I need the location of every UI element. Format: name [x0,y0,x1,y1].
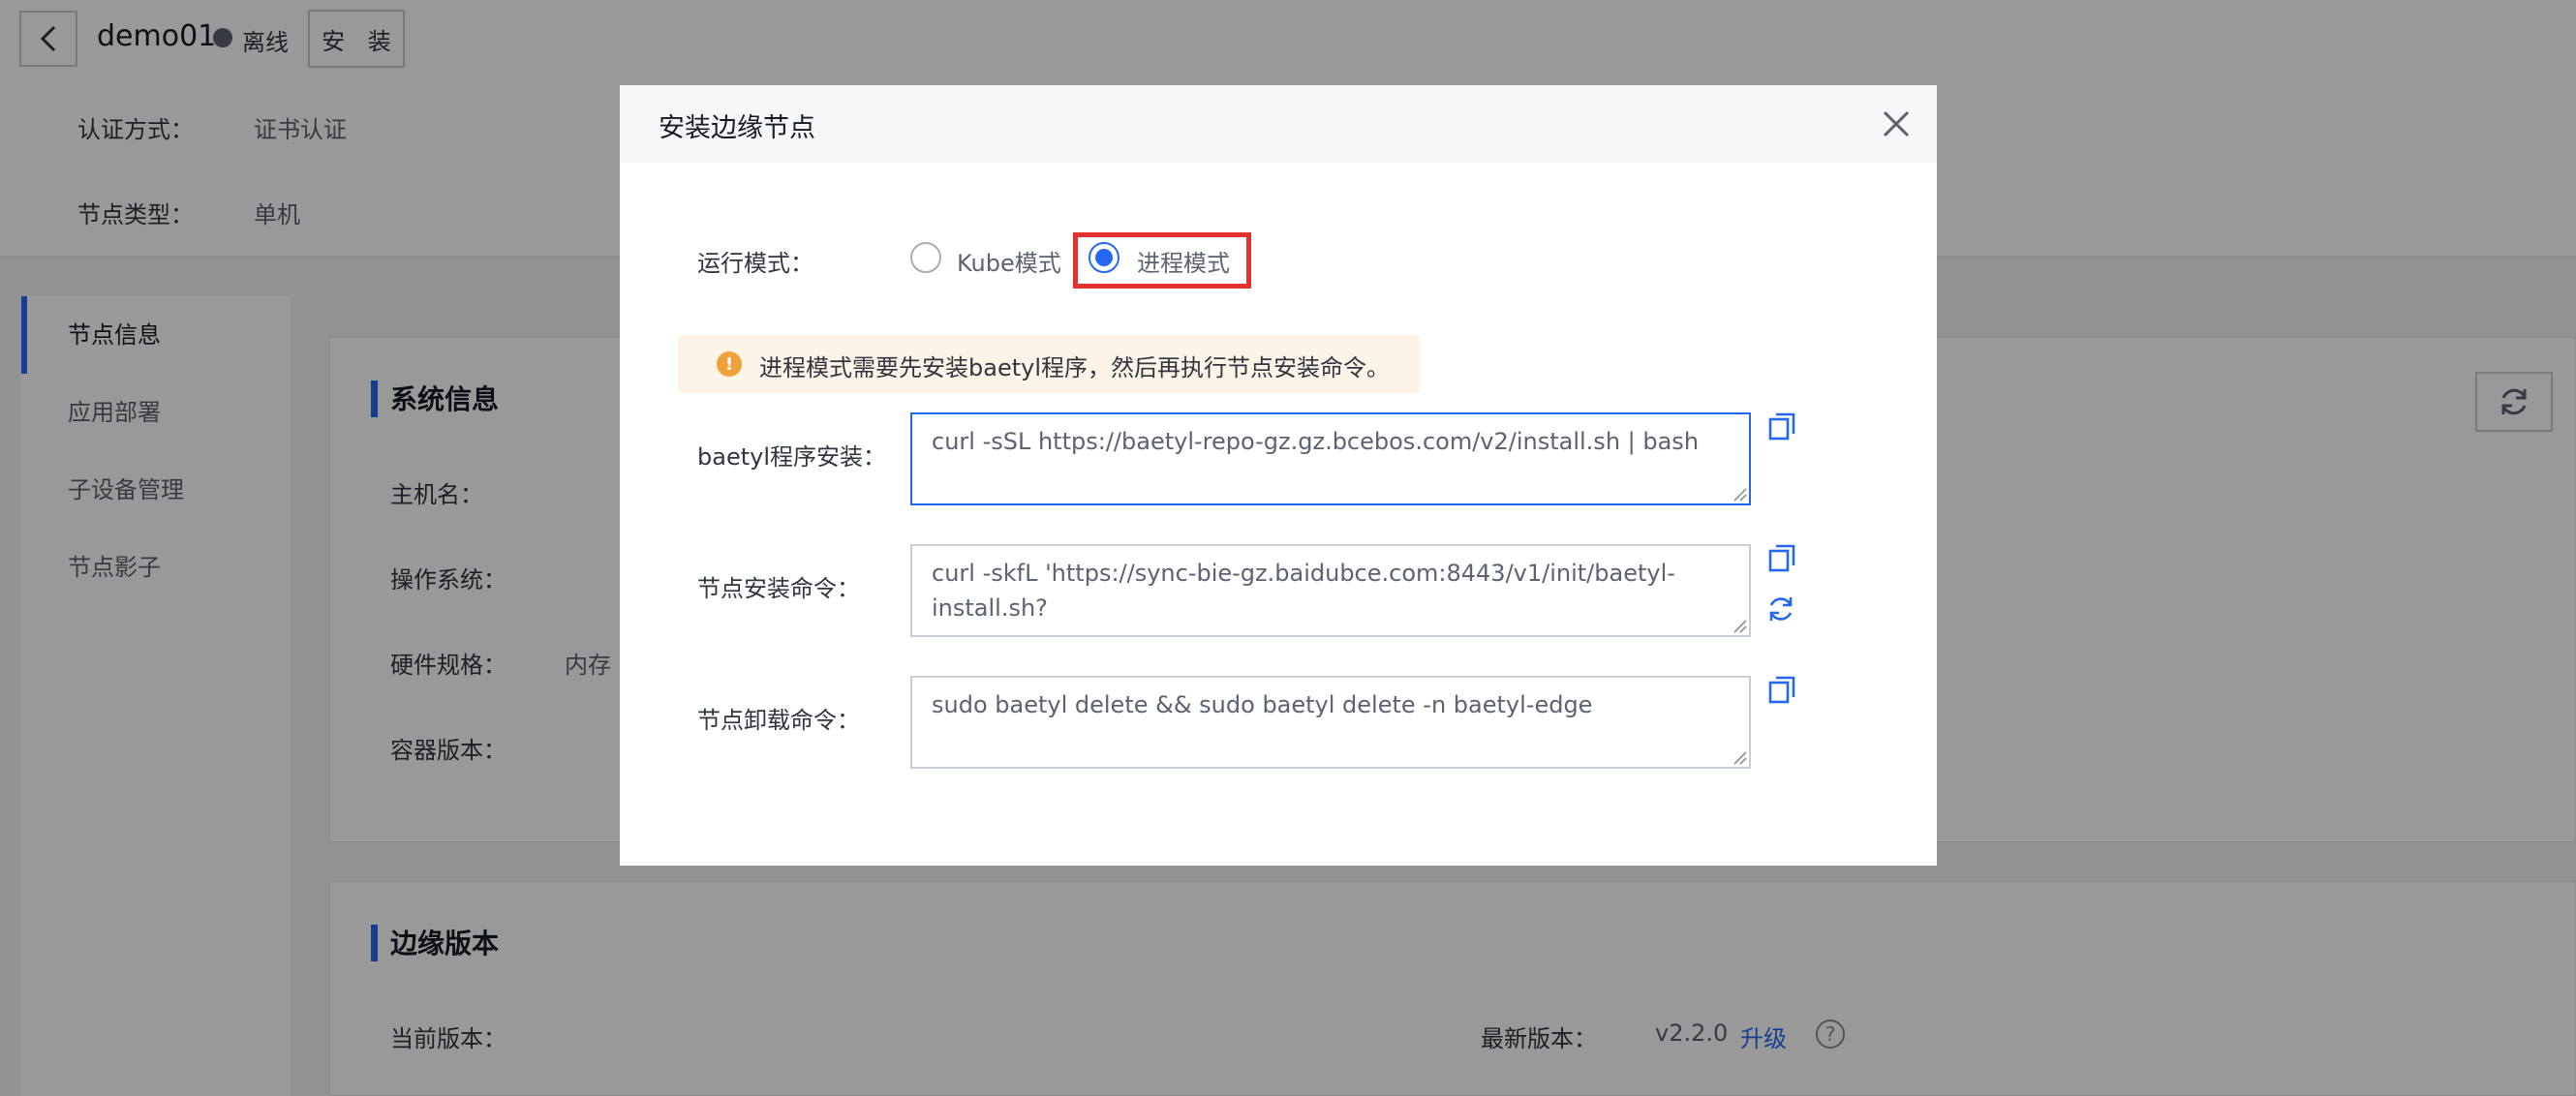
radio-kube-mode[interactable] [910,242,941,273]
resize-grip-icon[interactable] [1732,749,1747,765]
close-icon[interactable] [1879,107,1914,141]
node-install-command[interactable]: curl -skfL 'https://sync-bie-gz.baidubce… [910,544,1751,637]
process-mode-alert: ! 进程模式需要先安装baetyl程序，然后再执行节点安装命令。 [678,335,1420,393]
dialog-header: 安装边缘节点 [620,85,1937,163]
copy-icon[interactable] [1768,544,1795,573]
node-uninstall-command[interactable]: sudo baetyl delete && sudo baetyl delete… [910,676,1751,769]
copy-icon[interactable] [1768,412,1795,441]
refresh-icon[interactable] [1766,594,1795,624]
resize-grip-icon[interactable] [1732,618,1747,633]
node-uninstall-label: 节点卸载命令： [697,707,860,734]
node-install-label: 节点安装命令： [697,575,860,602]
resize-grip-icon[interactable] [1732,486,1747,502]
run-mode-label: 运行模式： [697,250,813,277]
baetyl-install-label: baetyl程序安装： [697,443,886,471]
kube-mode-label[interactable]: Kube模式 [957,244,1061,278]
alert-text: 进程模式需要先安装baetyl程序，然后再执行节点安装命令。 [759,354,1390,381]
copy-icon[interactable] [1768,676,1795,705]
dialog-title: 安装边缘节点 [659,113,815,143]
install-edge-node-dialog: 安装边缘节点 运行模式： Kube模式 进程模式 ! 进程模式需要先安装baet… [620,85,1937,866]
baetyl-install-command[interactable]: curl -sSL https://baetyl-repo-gz.gz.bceb… [910,412,1751,505]
warning-icon: ! [717,351,742,377]
highlight-box [1073,232,1251,289]
